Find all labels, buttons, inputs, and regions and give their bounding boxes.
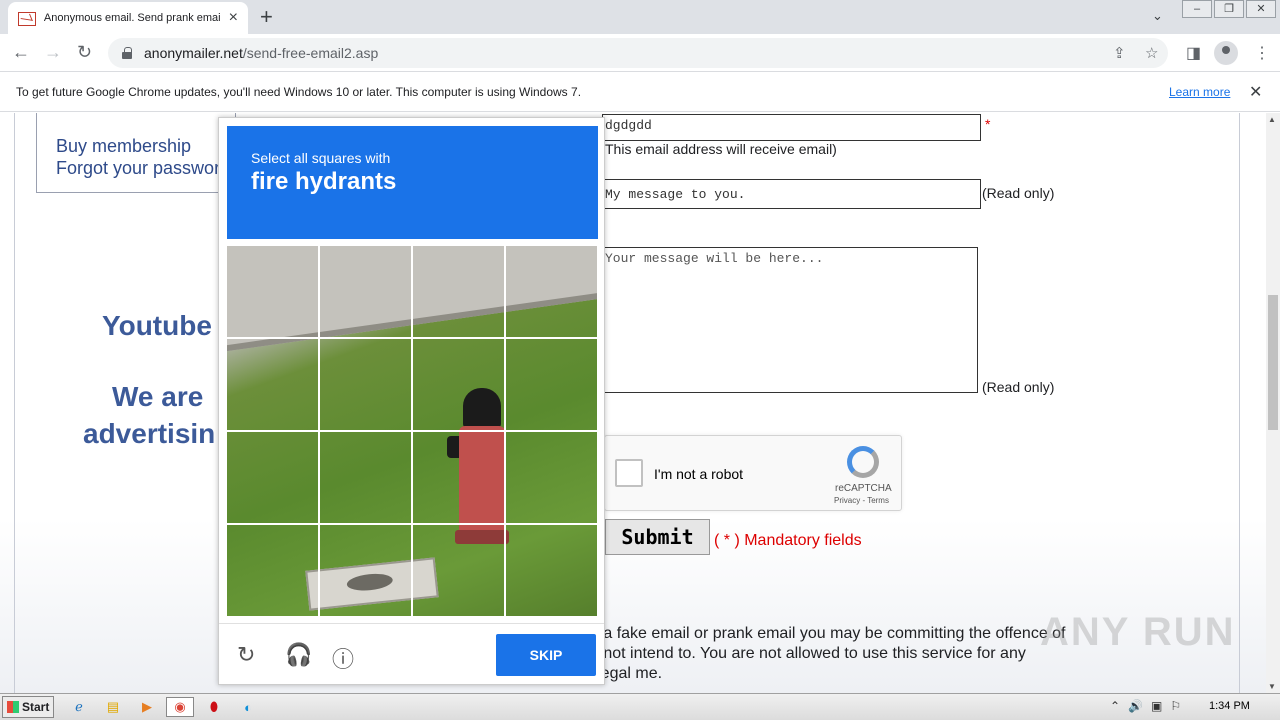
info-icon[interactable]: ⓘ <box>332 642 354 674</box>
slab-hole-shape <box>346 571 394 593</box>
windows-flag-icon <box>7 701 19 713</box>
recaptcha-brand: reCAPTCHA <box>835 483 892 494</box>
challenge-header: Select all squares with fire hydrants <box>227 126 598 239</box>
bookmark-star-icon[interactable]: ☆ <box>1145 44 1158 62</box>
restore-button[interactable]: ❐ <box>1214 0 1244 18</box>
tab-strip: Anonymous email. Send prank email. × + ⌄… <box>0 0 1280 34</box>
taskbar-clock: 1:34 PM <box>1209 700 1250 712</box>
new-tab-button[interactable]: + <box>260 6 273 28</box>
page-content: Buy membership Forgot your passwor Youtu… <box>0 113 1266 693</box>
scroll-up-arrow-icon[interactable]: ▲ <box>1268 115 1276 124</box>
infobar-message: To get future Google Chrome updates, you… <box>16 84 582 99</box>
profile-avatar-icon[interactable] <box>1214 41 1238 65</box>
challenge-target: fire hydrants <box>251 168 397 195</box>
url-path: /send-free-email2.asp <box>242 45 379 61</box>
reload-icon[interactable]: ↻ <box>77 42 92 62</box>
minimize-button[interactable]: – <box>1182 0 1212 18</box>
envelope-favicon-icon <box>18 12 36 26</box>
hydrant-body-shape <box>459 426 505 536</box>
concrete-slab-shape <box>305 557 439 611</box>
internet-explorer-icon[interactable]: ℯ <box>68 697 90 717</box>
required-star: * <box>985 116 991 132</box>
chrome-icon[interactable]: ◉ <box>166 697 194 717</box>
window-close-button[interactable]: ✕ <box>1246 0 1276 18</box>
recaptcha-widget: I'm not a robot reCAPTCHA Privacy - Term… <box>604 435 902 511</box>
window-controls: – ❐ ✕ <box>1180 0 1276 18</box>
grid-line <box>227 430 597 432</box>
to-email-note: This email address will receive email) <box>605 141 837 157</box>
hydrant-base-shape <box>455 530 509 544</box>
opera-icon[interactable]: ⬮ <box>203 697 225 717</box>
skip-button[interactable]: SKIP <box>496 634 596 676</box>
share-icon[interactable]: ⇪ <box>1113 44 1126 62</box>
media-player-icon[interactable]: ▶ <box>136 697 158 717</box>
challenge-footer: ↻ 🎧 ⓘ SKIP <box>219 623 604 685</box>
side-panel-icon[interactable]: ◨ <box>1186 43 1201 63</box>
reload-challenge-icon[interactable]: ↻ <box>237 642 255 668</box>
audio-challenge-headphones-icon[interactable]: 🎧 <box>285 642 312 668</box>
address-bar[interactable]: anonymailer.net/send-free-email2.asp ⇪ ☆ <box>108 38 1168 68</box>
infobar-close-icon[interactable]: ✕ <box>1249 82 1262 102</box>
menu-kebab-icon[interactable]: ⋮ <box>1254 43 1270 63</box>
tab-title: Anonymous email. Send prank email. <box>43 12 221 24</box>
promo-we-are: We are <box>112 381 204 412</box>
start-button[interactable]: Start <box>2 696 54 718</box>
recaptcha-terms-link[interactable]: Privacy - Terms <box>834 496 889 505</box>
tab-close-icon[interactable]: × <box>229 10 238 26</box>
browser-toolbar: ← → ↻ anonymailer.net/send-free-email2.a… <box>0 34 1280 72</box>
tab-search-chevron-icon[interactable]: ⌄ <box>1152 8 1163 24</box>
url-host: anonymailer.net <box>144 45 243 61</box>
learn-more-link[interactable]: Learn more <box>1169 85 1230 99</box>
forgot-password-link[interactable]: Forgot your passwor <box>56 158 220 179</box>
anyrun-watermark: ANY RUN <box>1040 610 1236 654</box>
legal-warning-text: g a fake email or prank email you may be… <box>590 625 1066 682</box>
update-infobar: To get future Google Chrome updates, you… <box>0 72 1280 112</box>
subject-input[interactable]: My message to you. <box>602 179 981 209</box>
scroll-down-arrow-icon[interactable]: ▼ <box>1268 682 1276 691</box>
file-explorer-icon[interactable]: ▤ <box>102 697 124 717</box>
submit-button[interactable]: Submit <box>605 519 710 555</box>
start-label: Start <box>22 700 50 714</box>
page-scrollbar[interactable]: ▲ ▼ <box>1266 113 1280 693</box>
to-email-input[interactable]: dgdgdd <box>602 114 981 141</box>
challenge-instruction: Select all squares with <box>251 150 391 166</box>
grid-line <box>227 523 597 525</box>
forward-arrow-icon[interactable]: → <box>44 42 62 62</box>
back-arrow-icon[interactable]: ← <box>12 42 30 62</box>
recaptcha-logo-icon <box>847 446 879 478</box>
challenge-image-grid[interactable] <box>227 246 597 616</box>
grid-line <box>227 337 597 339</box>
browser-tab[interactable]: Anonymous email. Send prank email. × <box>8 2 248 34</box>
promo-youtube: Youtube <box>102 310 212 341</box>
message-textarea[interactable]: Your message will be here... <box>602 247 978 393</box>
mandatory-fields-note: ( * ) Mandatory fields <box>714 532 862 549</box>
system-tray-icons[interactable]: ⌃🔊▣⚐ <box>1110 699 1189 713</box>
hydrant-cap-shape <box>463 388 501 428</box>
promo-advertising: advertisin <box>83 418 216 449</box>
captcha-challenge-popup: Select all squares with fire hydrants ↻ … <box>218 117 605 685</box>
lock-icon[interactable] <box>122 47 132 59</box>
buy-membership-link[interactable]: Buy membership <box>56 136 191 157</box>
windows-taskbar: Start ℯ ▤ ▶ ◉ ⬮ ◐ ⌃🔊▣⚐ 1:34 PM <box>0 693 1280 720</box>
recaptcha-label: I'm not a robot <box>654 466 744 482</box>
edge-icon[interactable]: ◐ <box>237 697 259 717</box>
scroll-thumb[interactable] <box>1268 295 1278 430</box>
message-readonly-note: (Read only) <box>982 379 1055 395</box>
subject-readonly-note: (Read only) <box>982 185 1055 201</box>
recaptcha-checkbox[interactable] <box>615 459 643 487</box>
